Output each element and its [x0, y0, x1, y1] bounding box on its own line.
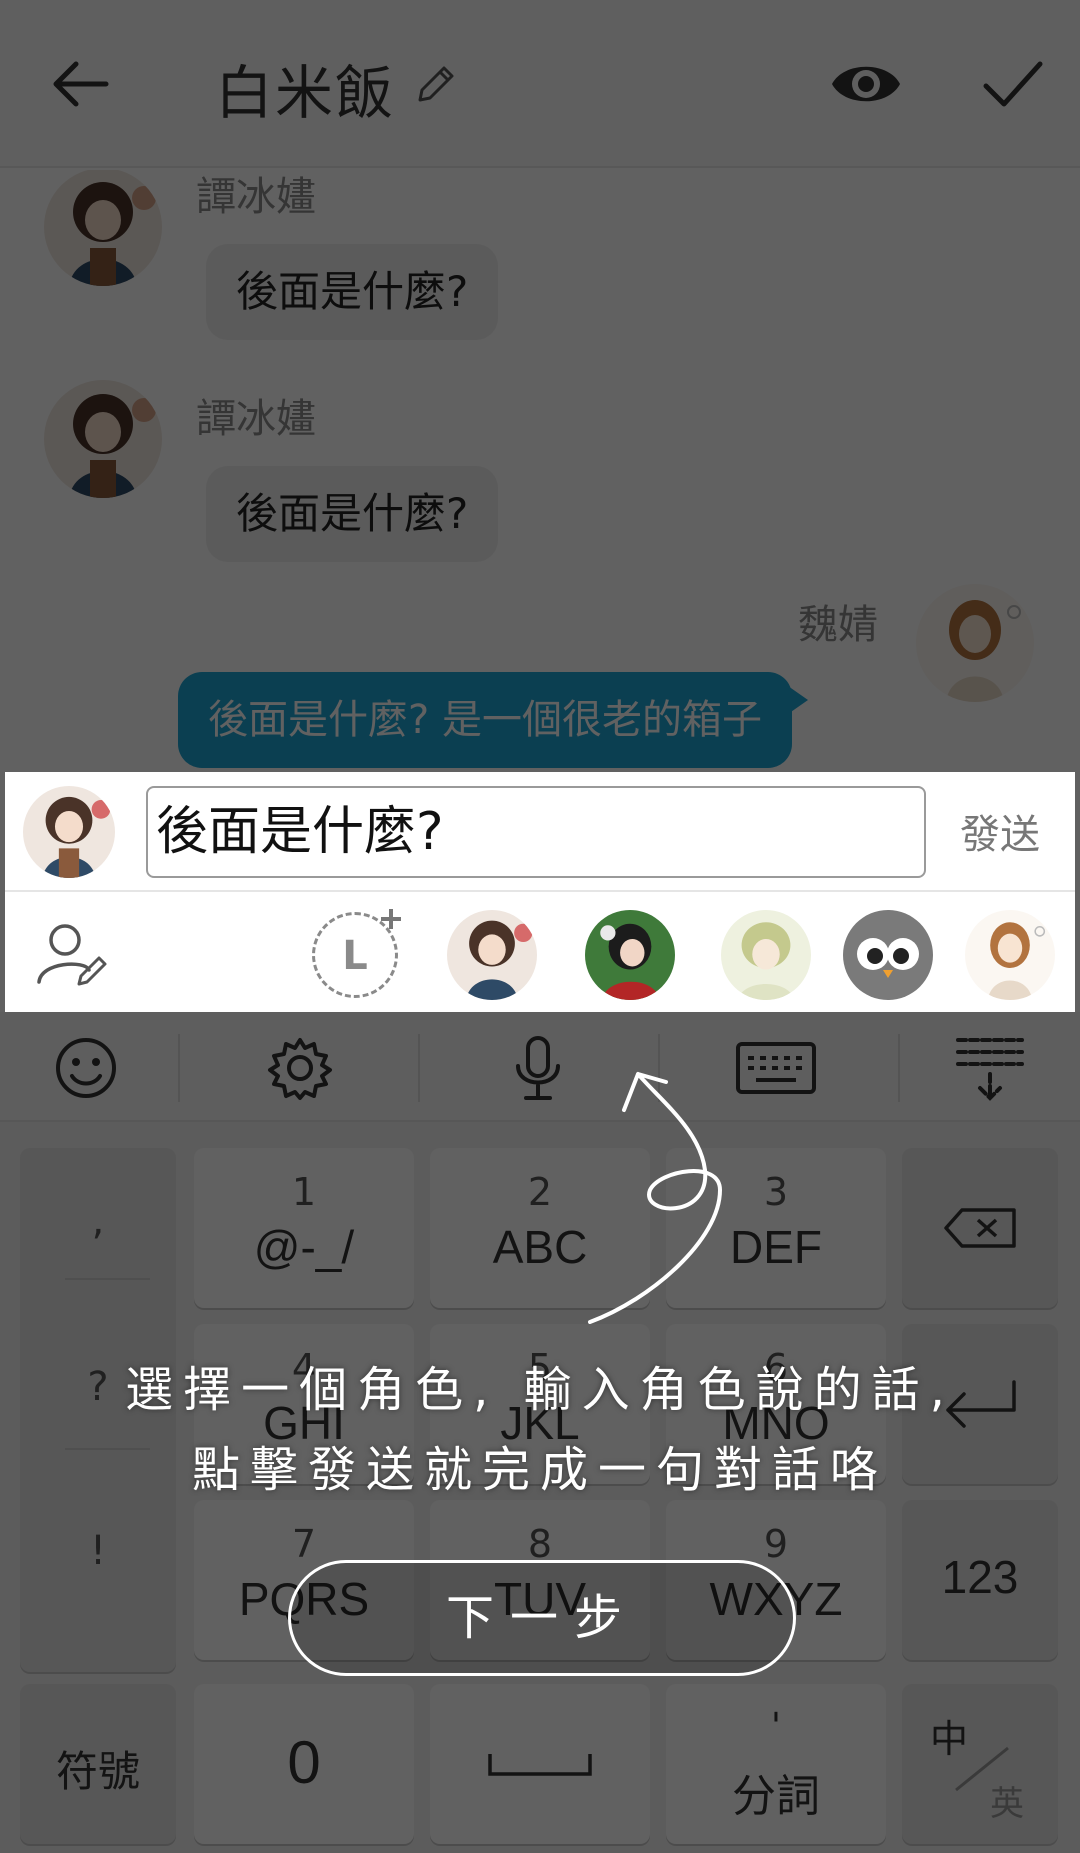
- top-bar: 白米飯: [0, 0, 1080, 168]
- language-switch-key[interactable]: 中 英: [902, 1684, 1058, 1844]
- character-avatar-icon: [916, 584, 1034, 702]
- composer-input-row: 後面是什麼? 發送: [5, 772, 1075, 892]
- toolbar-divider: [418, 1034, 420, 1102]
- edit-pencil-icon[interactable]: [412, 60, 460, 108]
- key-divider: [65, 1278, 150, 1280]
- character-option[interactable]: [721, 910, 811, 1000]
- avatar[interactable]: [916, 584, 1034, 702]
- plus-icon: [381, 909, 401, 929]
- backspace-icon: [944, 1208, 1016, 1248]
- edit-character-icon[interactable]: [33, 916, 109, 992]
- space-icon: [488, 1754, 592, 1776]
- add-character-letter: L: [342, 933, 368, 979]
- next-step-button[interactable]: 下一步: [288, 1560, 796, 1676]
- segment-top-mark: ': [771, 1706, 781, 1747]
- sender-name: 譚冰嫿: [196, 396, 316, 442]
- message-bubble[interactable]: 後面是什麼? 是一個很老的箱子: [178, 672, 808, 768]
- character-avatar-icon: [447, 910, 537, 1000]
- character-option[interactable]: [447, 910, 537, 1000]
- tutorial-line-2: 點擊發送就完成一句對話咯: [191, 1442, 888, 1498]
- check-icon[interactable]: [978, 50, 1046, 118]
- message-bubble[interactable]: 後面是什麼?: [206, 466, 499, 562]
- character-option[interactable]: [965, 910, 1055, 1000]
- symbols-label: 符號: [55, 1747, 140, 1796]
- avatar[interactable]: [44, 380, 162, 498]
- character-option[interactable]: [585, 910, 675, 1000]
- gear-icon[interactable]: [264, 1032, 336, 1104]
- character-option[interactable]: [843, 910, 933, 1000]
- avatar[interactable]: [44, 170, 162, 286]
- character-avatar-icon: [44, 380, 162, 498]
- add-character-button[interactable]: L: [312, 909, 401, 998]
- message-bubble[interactable]: 後面是什麼?: [206, 244, 499, 340]
- send-button[interactable]: 發送: [960, 802, 1040, 860]
- symbols-key[interactable]: 符號: [20, 1684, 176, 1844]
- message-composer: 後面是什麼? 發送 L: [5, 772, 1075, 1012]
- owl-avatar-icon: [843, 910, 933, 1000]
- sender-name: 魏婧: [798, 602, 878, 648]
- tutorial-arrow-icon: [588, 1072, 722, 1324]
- zero-label: 0: [287, 1729, 321, 1796]
- character-avatar-icon: [965, 910, 1055, 1000]
- character-avatar-icon: [585, 910, 675, 1000]
- lang-secondary: 英: [990, 1784, 1024, 1824]
- preview-eye-icon[interactable]: [830, 55, 902, 113]
- exclaim-key[interactable]: !: [20, 1528, 176, 1574]
- back-arrow-icon[interactable]: [44, 48, 116, 120]
- character-avatar-icon: [44, 170, 162, 286]
- character-avatar-icon: [721, 910, 811, 1000]
- space-key[interactable]: [430, 1684, 650, 1844]
- page-title: 白米飯: [215, 59, 396, 127]
- toolbar-divider: [178, 1034, 180, 1102]
- toolbar-divider: [898, 1034, 900, 1102]
- key-1[interactable]: 1 @-_/: [194, 1148, 414, 1308]
- tutorial-line-1: 選擇一個角色, 輸入角色說的話,: [125, 1362, 955, 1418]
- key-0[interactable]: 0: [194, 1684, 414, 1844]
- character-avatar-icon: [23, 786, 115, 878]
- emoji-icon[interactable]: [50, 1032, 122, 1104]
- segment-key[interactable]: ' 分詞: [666, 1684, 886, 1844]
- comma-key[interactable]: ,: [20, 1198, 176, 1244]
- keyboard-icon[interactable]: [734, 1032, 818, 1104]
- character-selector-row: L: [5, 894, 1075, 1012]
- chat-area[interactable]: 譚冰嫿 後面是什麼? 譚冰嫿 後面是什麼? 魏婧 後面是什麼? 是一個很老的箱子: [0, 170, 1080, 770]
- hide-keyboard-icon[interactable]: [954, 1032, 1026, 1104]
- key-number: 1: [291, 1170, 317, 1214]
- message-input[interactable]: 後面是什麼?: [146, 786, 926, 878]
- segment-label: 分詞: [732, 1771, 820, 1822]
- key-letters: @-_/: [253, 1221, 355, 1273]
- microphone-icon[interactable]: [502, 1032, 574, 1104]
- sender-name: 譚冰嫿: [196, 174, 316, 220]
- num-mode-key[interactable]: 123: [902, 1500, 1058, 1660]
- backspace-key[interactable]: [902, 1148, 1058, 1308]
- keyboard-toolbar: [0, 1012, 1080, 1122]
- num-mode-label: 123: [941, 1551, 1019, 1603]
- selected-character-avatar[interactable]: [23, 786, 115, 878]
